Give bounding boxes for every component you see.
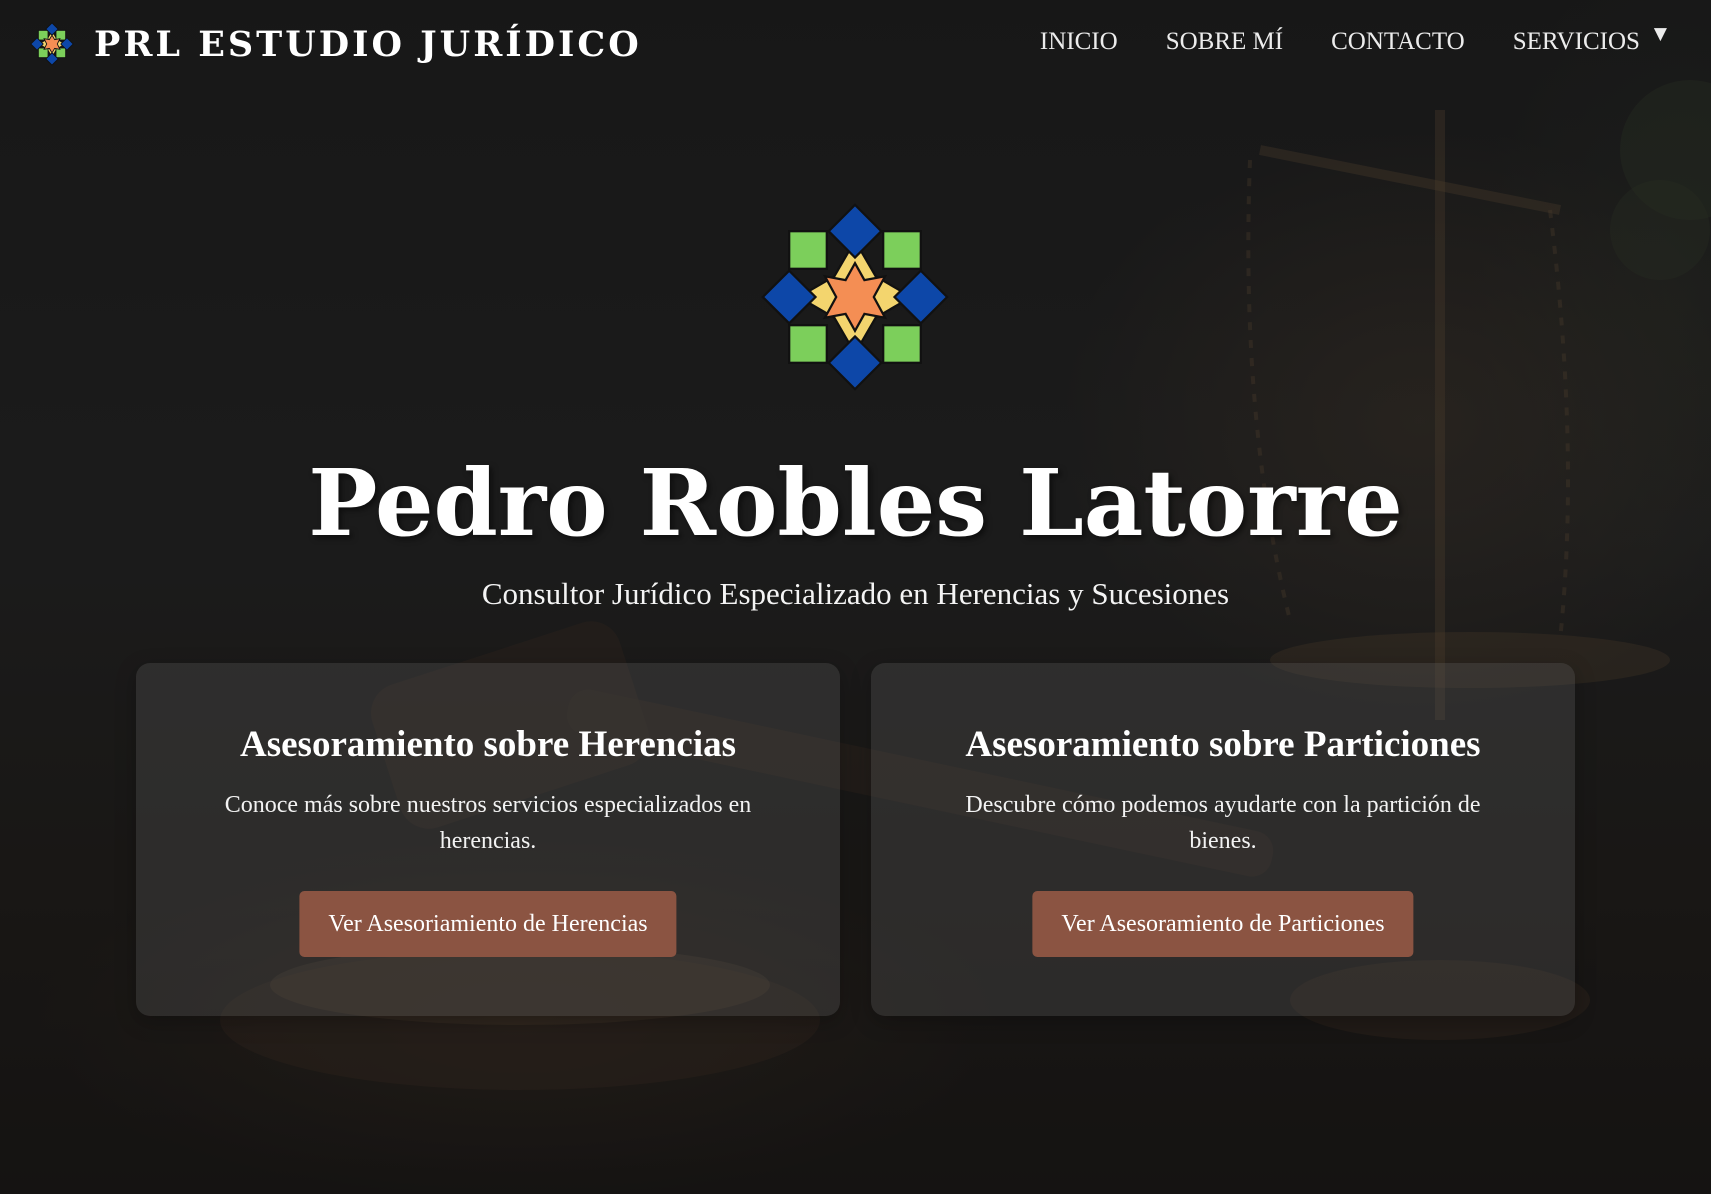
- brand-name: PRL ESTUDIO JURÍDICO: [94, 23, 642, 65]
- navbar: PRL ESTUDIO JURÍDICO INICIO SOBRE MÍ CON…: [0, 0, 1711, 92]
- ver-particiones-button[interactable]: Ver Asesoramiento de Particiones: [1032, 891, 1414, 957]
- hero-subtitle: Consultor Jurídico Especializado en Here…: [481, 576, 1230, 611]
- nav-item-contacto[interactable]: CONTACTO: [1331, 28, 1465, 56]
- hero-logo-icon: [761, 203, 949, 391]
- nav-item-inicio[interactable]: INICIO: [1040, 28, 1118, 56]
- card-particiones: Asesoramiento sobre Particiones Descubre…: [871, 663, 1575, 1016]
- main-nav: INICIO SOBRE MÍ CONTACTO SERVICIOS ▼: [1040, 26, 1667, 56]
- nav-item-sobre-mi[interactable]: SOBRE MÍ: [1166, 28, 1283, 56]
- card-title: Asesoramiento sobre Herencias: [240, 724, 736, 765]
- card-text: Descubre cómo podemos ayudarte con la pa…: [965, 792, 1481, 854]
- hero-title: Pedro Robles Latorre: [308, 449, 1403, 557]
- brand[interactable]: PRL ESTUDIO JURÍDICO: [30, 20, 642, 68]
- nav-item-servicios[interactable]: SERVICIOS: [1513, 28, 1640, 56]
- chevron-down-icon[interactable]: ▼: [1654, 26, 1667, 43]
- nav-item-servicios-dropdown[interactable]: SERVICIOS ▼: [1513, 26, 1667, 56]
- card-herencias: Asesoramiento sobre Herencias Conoce más…: [136, 663, 840, 1016]
- star-tile-logo-icon: [30, 22, 74, 66]
- card-text: Conoce más sobre nuestros servicios espe…: [224, 792, 752, 854]
- card-title: Asesoramiento sobre Particiones: [965, 724, 1481, 765]
- ver-herencias-button[interactable]: Ver Asesoriamiento de Herencias: [299, 891, 677, 957]
